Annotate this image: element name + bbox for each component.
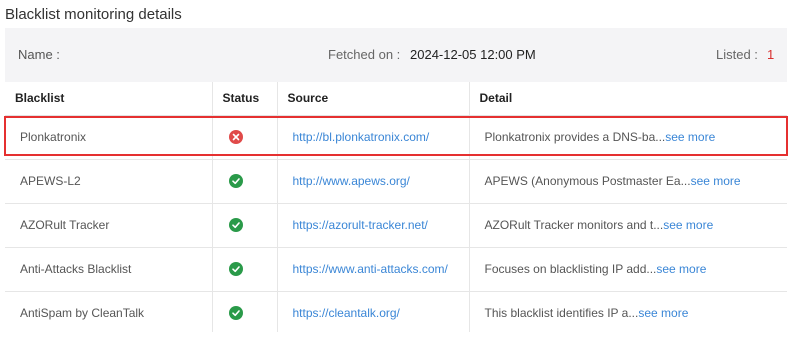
check-circle-icon bbox=[228, 218, 243, 233]
table-row: AntiSpam by CleanTalk https://cleantalk.o… bbox=[5, 291, 787, 332]
detail-text: APEWS (Anonymous Postmaster Ea... bbox=[484, 174, 691, 188]
blacklist-name-cell: Anti-Attacks Blacklist bbox=[5, 247, 213, 292]
see-more-link[interactable]: see more bbox=[665, 130, 715, 144]
source-cell: https://www.anti-attacks.com/ bbox=[277, 247, 470, 292]
column-header-detail: Detail bbox=[469, 82, 787, 116]
listed-count: 1 bbox=[767, 47, 775, 62]
detail-cell: APEWS (Anonymous Postmaster Ea...see mor… bbox=[469, 159, 787, 204]
table-header-row: Blacklist Status Source Detail bbox=[5, 82, 787, 116]
blacklist-name-cell: AntiSpam by CleanTalk bbox=[5, 291, 213, 332]
name-label: Name : bbox=[18, 47, 60, 62]
summary-bar: Name : Fetched on : 2024-12-05 12:00 PM … bbox=[5, 28, 787, 82]
detail-text: AZORult Tracker monitors and t... bbox=[484, 218, 664, 232]
blacklist-table: Blacklist Status Source Detail Plonkatro… bbox=[5, 82, 787, 332]
status-cell bbox=[212, 247, 278, 292]
source-cell: http://bl.plonkatronix.com/ bbox=[277, 115, 470, 160]
status-cell bbox=[212, 203, 278, 248]
detail-cell: AZORult Tracker monitors and t...see mor… bbox=[469, 203, 787, 248]
status-cell bbox=[212, 159, 278, 204]
blacklist-name-cell: APEWS-L2 bbox=[5, 159, 213, 204]
listed-label: Listed : bbox=[716, 47, 758, 62]
source-cell: https://cleantalk.org/ bbox=[277, 291, 470, 332]
source-cell: http://www.apews.org/ bbox=[277, 159, 470, 204]
blacklist-table-container[interactable]: Blacklist Status Source Detail Plonkatro… bbox=[5, 82, 787, 332]
detail-text: This blacklist identifies IP a... bbox=[484, 306, 639, 320]
source-link[interactable]: http://www.apews.org/ bbox=[293, 174, 410, 188]
check-circle-icon bbox=[228, 306, 243, 321]
detail-text: Focuses on blacklisting IP add... bbox=[484, 262, 657, 276]
status-cell bbox=[212, 291, 278, 332]
source-link[interactable]: http://bl.plonkatronix.com/ bbox=[293, 130, 430, 144]
source-link[interactable]: https://azorult-tracker.net/ bbox=[293, 218, 428, 232]
fetched-on-label: Fetched on : bbox=[328, 47, 401, 62]
blacklist-name-cell: Plonkatronix bbox=[5, 115, 213, 160]
detail-cell: Focuses on blacklisting IP add...see mor… bbox=[469, 247, 787, 292]
column-header-status: Status bbox=[212, 82, 278, 116]
page-title: Blacklist monitoring details bbox=[5, 6, 182, 23]
see-more-link[interactable]: see more bbox=[638, 306, 688, 320]
column-header-blacklist: Blacklist bbox=[5, 82, 213, 116]
status-cell bbox=[212, 115, 278, 160]
blacklist-name-cell: AZORult Tracker bbox=[5, 203, 213, 248]
detail-text: Plonkatronix provides a DNS-ba... bbox=[484, 130, 666, 144]
table-row: Plonkatronix http://bl.plonkatronix.com/P… bbox=[5, 115, 787, 160]
x-circle-icon bbox=[228, 130, 243, 145]
see-more-link[interactable]: see more bbox=[656, 262, 706, 276]
source-link[interactable]: https://www.anti-attacks.com/ bbox=[293, 262, 448, 276]
table-row: APEWS-L2 http://www.apews.org/APEWS (Anon… bbox=[5, 159, 787, 204]
detail-cell: This blacklist identifies IP a...see mor… bbox=[469, 291, 787, 332]
detail-cell: Plonkatronix provides a DNS-ba...see mor… bbox=[469, 115, 787, 160]
see-more-link[interactable]: see more bbox=[663, 218, 713, 232]
table-row: AZORult Tracker https://azorult-tracker.n… bbox=[5, 203, 787, 248]
source-link[interactable]: https://cleantalk.org/ bbox=[293, 306, 400, 320]
column-header-source: Source bbox=[277, 82, 470, 116]
check-circle-icon bbox=[228, 174, 243, 189]
check-circle-icon bbox=[228, 262, 243, 277]
source-cell: https://azorult-tracker.net/ bbox=[277, 203, 470, 248]
see-more-link[interactable]: see more bbox=[691, 174, 741, 188]
fetched-on-value: 2024-12-05 12:00 PM bbox=[410, 47, 536, 62]
table-row: Anti-Attacks Blacklist https://www.anti-a… bbox=[5, 247, 787, 292]
